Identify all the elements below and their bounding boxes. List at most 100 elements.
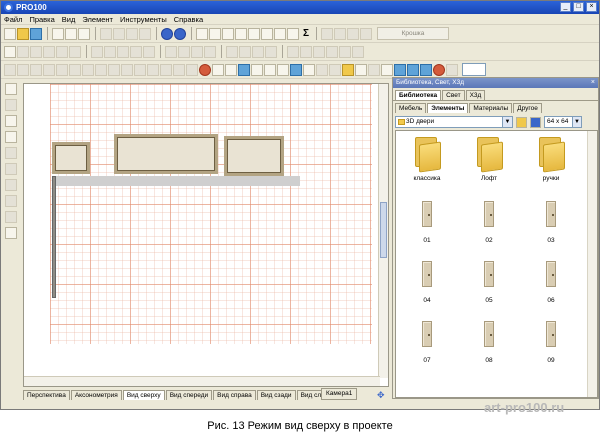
menu-element[interactable]: Элемент xyxy=(82,15,113,24)
group-icon[interactable] xyxy=(274,27,286,40)
cabinet-shape[interactable] xyxy=(224,136,284,176)
snap-icon[interactable] xyxy=(352,45,364,58)
view-icon[interactable] xyxy=(212,63,224,76)
magnet-icon[interactable] xyxy=(433,63,445,76)
move-icon[interactable] xyxy=(130,45,142,58)
tool-icon[interactable] xyxy=(5,179,17,191)
countertop-shape[interactable] xyxy=(52,176,300,186)
copy-icon[interactable] xyxy=(113,27,125,40)
folder-up-icon[interactable] xyxy=(516,116,527,128)
tab-materials[interactable]: Материалы xyxy=(469,103,513,113)
tab-other[interactable]: Другое xyxy=(513,103,542,113)
grid-icon[interactable] xyxy=(95,63,107,76)
tool-icon[interactable] xyxy=(5,147,17,159)
grid-icon[interactable] xyxy=(30,63,42,76)
close-icon[interactable]: × xyxy=(591,78,595,88)
library-folder-item[interactable]: Лофт xyxy=(458,135,520,189)
snap-icon[interactable] xyxy=(300,45,312,58)
camera-tab[interactable]: Камера1 xyxy=(321,388,358,400)
ungroup-icon[interactable] xyxy=(287,27,299,40)
maximize-icon[interactable]: □ xyxy=(573,2,584,12)
grid-icon[interactable] xyxy=(108,63,120,76)
menu-edit[interactable]: Правка xyxy=(29,15,54,24)
tool-icon[interactable] xyxy=(5,211,17,223)
diamond-icon[interactable] xyxy=(394,63,406,76)
open-file-icon[interactable] xyxy=(17,27,29,40)
tab-back-view[interactable]: Вид сзади xyxy=(256,390,296,400)
grid-icon[interactable] xyxy=(43,63,55,76)
grid-icon[interactable] xyxy=(69,63,81,76)
rotate-icon[interactable] xyxy=(252,45,264,58)
tab-perspective[interactable]: Перспектива xyxy=(23,390,70,400)
tool-icon[interactable] xyxy=(5,195,17,207)
dim-angle-icon[interactable] xyxy=(360,27,372,40)
menu-help[interactable]: Справка xyxy=(174,15,203,24)
close-icon[interactable]: × xyxy=(586,2,597,12)
stop-icon[interactable] xyxy=(199,63,211,76)
tab-elements[interactable]: Элементы xyxy=(427,103,469,113)
print-preview-icon[interactable] xyxy=(78,27,90,40)
measure-icon[interactable] xyxy=(355,63,367,76)
grid-icon[interactable] xyxy=(56,63,68,76)
move-icon[interactable] xyxy=(143,45,155,58)
library-door-item[interactable]: 04 xyxy=(396,255,458,309)
properties-icon[interactable] xyxy=(52,27,64,40)
align-left-icon[interactable] xyxy=(209,27,221,40)
dim-h-icon[interactable] xyxy=(321,27,333,40)
view-icon[interactable] xyxy=(264,63,276,76)
snap-icon[interactable] xyxy=(326,45,338,58)
rotate-icon[interactable] xyxy=(226,45,238,58)
chevron-down-icon[interactable]: ▼ xyxy=(502,117,512,127)
zoom-icon[interactable] xyxy=(446,63,458,76)
tab-front-view[interactable]: Вид спереди xyxy=(165,390,213,400)
align-top-icon[interactable] xyxy=(235,27,247,40)
grid-icon[interactable] xyxy=(4,63,16,76)
scroll-thumb[interactable] xyxy=(380,202,387,258)
cabinet-shape[interactable] xyxy=(52,142,90,174)
tab-light[interactable]: Свет xyxy=(442,90,465,100)
canvas-vertical-scrollbar[interactable] xyxy=(378,84,388,378)
tab-furniture[interactable]: Мебель xyxy=(395,103,427,113)
pointer-icon[interactable] xyxy=(5,83,17,95)
thumb-size-select[interactable]: 64 x 64 ▼ xyxy=(544,116,582,128)
grid-icon[interactable] xyxy=(147,63,159,76)
move-icon[interactable] xyxy=(104,45,116,58)
grid-icon[interactable] xyxy=(173,63,185,76)
tab-top-view[interactable]: Вид сверху xyxy=(122,390,165,400)
pipette-icon[interactable] xyxy=(5,131,17,143)
menu-tools[interactable]: Инструменты xyxy=(120,15,167,24)
edit-tool-icon[interactable] xyxy=(17,45,29,58)
rotate-icon[interactable] xyxy=(239,45,251,58)
mirror-icon[interactable] xyxy=(178,45,190,58)
top-view-canvas[interactable] xyxy=(23,83,389,387)
paint-icon[interactable] xyxy=(316,63,328,76)
save-icon[interactable] xyxy=(30,27,42,40)
grid-icon[interactable] xyxy=(134,63,146,76)
navigation-icon[interactable]: ✥ xyxy=(377,390,385,401)
diamond-icon[interactable] xyxy=(407,63,419,76)
new-file-icon[interactable] xyxy=(4,27,16,40)
kroshka-button[interactable]: Крошка xyxy=(377,27,449,40)
canvas-horizontal-scrollbar[interactable] xyxy=(24,376,380,386)
edit-tool-icon[interactable] xyxy=(30,45,42,58)
grid-icon[interactable] xyxy=(17,63,29,76)
tab-axonometry[interactable]: Аксонометрия xyxy=(70,390,122,400)
grid-icon[interactable] xyxy=(121,63,133,76)
ruler-icon[interactable] xyxy=(5,115,17,127)
library-folder-item[interactable]: классика xyxy=(396,135,458,189)
chevron-down-icon[interactable]: ▼ xyxy=(572,117,581,127)
tool-icon[interactable] xyxy=(5,163,17,175)
edit-tool-icon[interactable] xyxy=(56,45,68,58)
edit-tool-icon[interactable] xyxy=(43,45,55,58)
zoom-icon[interactable] xyxy=(5,227,17,239)
snap-icon[interactable] xyxy=(287,45,299,58)
light-icon[interactable] xyxy=(342,63,354,76)
dim-v-icon[interactable] xyxy=(334,27,346,40)
library-folder-item[interactable]: ручки xyxy=(520,135,582,189)
align-center-icon[interactable] xyxy=(261,27,273,40)
snap-icon[interactable] xyxy=(313,45,325,58)
align-right-icon[interactable] xyxy=(222,27,234,40)
print-icon[interactable] xyxy=(65,27,77,40)
tab-right-view[interactable]: Вид справа xyxy=(213,390,256,400)
mirror-icon[interactable] xyxy=(191,45,203,58)
